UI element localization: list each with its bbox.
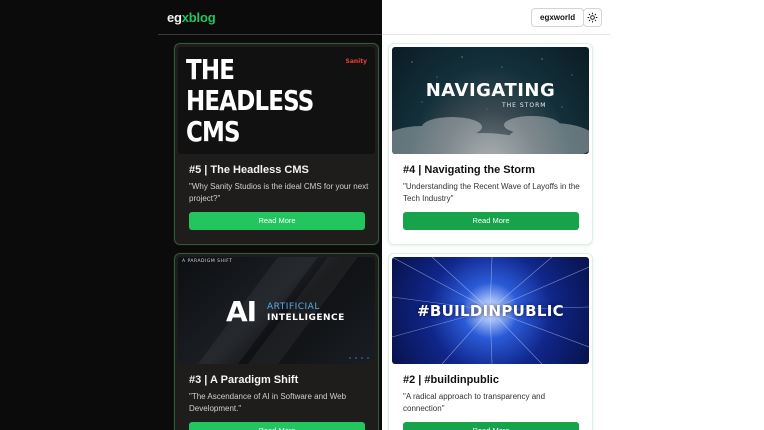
post-title[interactable]: #3 | A Paradigm Shift xyxy=(189,374,298,386)
post-title[interactable]: #5 | The Headless CMS xyxy=(189,164,309,176)
post-title[interactable]: #2 | #buildinpublic xyxy=(403,374,499,386)
post-description: "Understanding the Recent Wave of Layoff… xyxy=(403,182,580,203)
thumb-line-1: THE xyxy=(186,53,235,86)
profile-button[interactable]: egxworld xyxy=(531,8,585,27)
thumb-subtitle: THE STORM xyxy=(502,102,547,109)
logo-part-xblog: xblog xyxy=(181,10,216,25)
thumb-ai-line-1: ARTIFICIAL xyxy=(267,302,320,312)
thumb-ai-line-2: INTELLIGENCE xyxy=(267,313,345,323)
read-more-button[interactable]: Read More xyxy=(403,422,579,430)
read-more-button[interactable]: Read More xyxy=(403,212,579,230)
sun-icon xyxy=(587,12,598,23)
post-thumbnail-paradigm-shift: A PARADIGM SHIFT AI ARTIFICIAL INTELLIGE… xyxy=(178,257,375,364)
site-header: egxblog egxworld xyxy=(158,0,610,35)
post-card-2[interactable]: #BUILDINPUBLIC #2 | #buildinpublic "A ra… xyxy=(388,253,593,430)
post-card-3[interactable]: A PARADIGM SHIFT AI ARTIFICIAL INTELLIGE… xyxy=(174,253,379,430)
post-thumbnail-navigating-storm: NAVIGATING THE STORM xyxy=(392,47,589,154)
post-description: "The Ascendance of AI in Software and We… xyxy=(189,392,347,413)
theme-toggle-button[interactable] xyxy=(583,8,602,27)
thumb-top-label: A PARADIGM SHIFT xyxy=(182,259,233,264)
read-more-button[interactable]: Read More xyxy=(189,422,365,430)
post-thumbnail-buildinpublic: #BUILDINPUBLIC xyxy=(392,257,589,364)
post-description: "A radical approach to transparency and … xyxy=(403,392,546,413)
post-card-4[interactable]: NAVIGATING THE STORM #4 | Navigating the… xyxy=(388,43,593,245)
post-thumbnail-headless-cms: THE HEADLESS CMS Sanity xyxy=(178,47,375,154)
post-card-5[interactable]: THE HEADLESS CMS Sanity #5 | The Headles… xyxy=(174,43,379,245)
thumb-title: NAVIGATING xyxy=(425,80,556,101)
thumb-title: #BUILDINPUBLIC xyxy=(417,302,564,320)
logo-part-eg: eg xyxy=(167,10,182,25)
sanity-badge: Sanity xyxy=(345,58,367,65)
thumb-line-3: CMS xyxy=(186,115,241,148)
post-description: "Why Sanity Studios is the ideal CMS for… xyxy=(189,182,369,203)
post-title[interactable]: #4 | Navigating the Storm xyxy=(403,164,535,176)
read-more-button[interactable]: Read More xyxy=(189,212,365,230)
thumb-line-2: HEADLESS xyxy=(186,84,314,117)
site-logo[interactable]: egxblog xyxy=(167,10,216,25)
thumb-ai-text: AI xyxy=(226,295,257,328)
